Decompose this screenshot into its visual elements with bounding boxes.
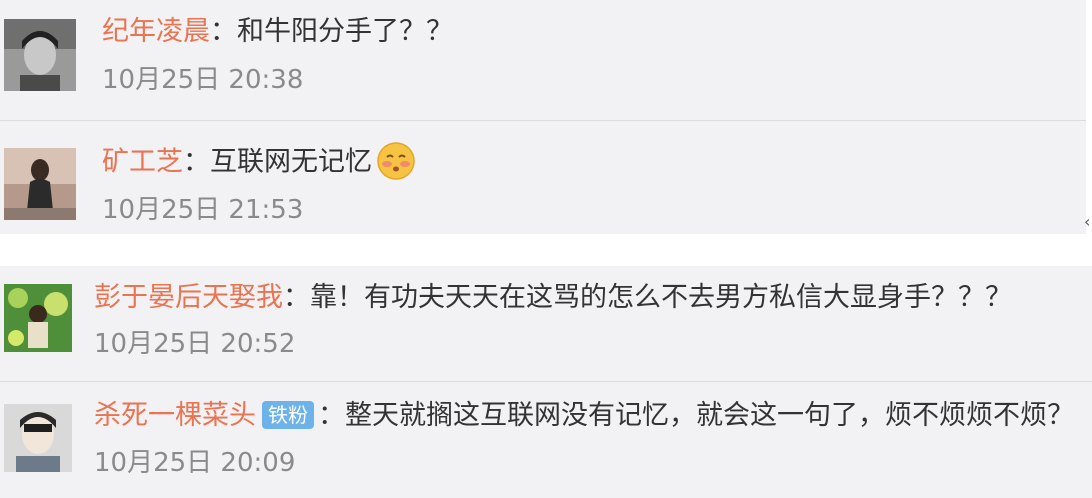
fan-badge: 铁粉 — [262, 400, 314, 429]
divider — [0, 381, 1092, 382]
username-link[interactable]: 矿工芝 — [102, 147, 183, 178]
comment-text: 整天就搁这互联网没有记忆，就会这一句了，烦不烦烦不烦？ — [345, 400, 1074, 431]
avatar[interactable] — [4, 404, 72, 472]
scroll-handle-icon[interactable]: ‹ — [1084, 212, 1092, 232]
comment-time: 10月25日 20:52 — [94, 329, 296, 359]
avatar[interactable] — [4, 148, 76, 220]
username-link[interactable]: 纪年凌晨 — [102, 16, 210, 47]
comment-time: 10月25日 21:53 — [102, 195, 304, 225]
colon: ： — [283, 282, 310, 313]
avatar[interactable] — [4, 284, 72, 352]
comment-time: 10月25日 20:38 — [102, 65, 304, 95]
colon: ： — [318, 400, 345, 431]
divider — [0, 120, 1086, 121]
username-link[interactable]: 杀死一棵菜头 — [94, 400, 256, 431]
colon: ： — [183, 146, 210, 178]
blushing-face-icon — [376, 141, 416, 181]
username-link[interactable]: 彭于晏后天娶我 — [94, 282, 283, 313]
comment-text: 互联网无记忆 — [210, 146, 372, 178]
avatar[interactable] — [4, 19, 76, 91]
colon: ： — [210, 16, 237, 47]
comment-time: 10月25日 20:09 — [94, 448, 296, 478]
comment-text: 靠！有功夫天天在这骂的怎么不去男方私信大显身手？？？ — [310, 282, 1012, 313]
comment-text: 和牛阳分手了？？ — [237, 16, 453, 47]
